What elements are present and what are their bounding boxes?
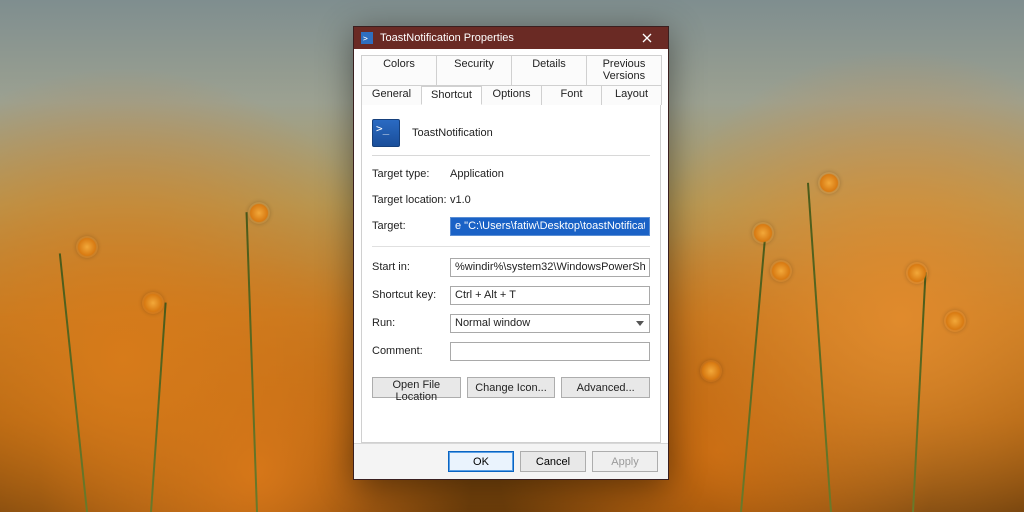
svg-text:>: > [363, 34, 368, 43]
cancel-button[interactable]: Cancel [520, 451, 586, 472]
comment-input[interactable] [450, 342, 650, 361]
apply-button[interactable]: Apply [592, 451, 658, 472]
target-type-label: Target type: [372, 168, 450, 180]
run-label: Run: [372, 317, 450, 329]
change-icon-button[interactable]: Change Icon... [467, 377, 556, 398]
open-file-location-button[interactable]: Open File Location [372, 377, 461, 398]
powershell-large-icon [372, 119, 400, 147]
tab-shortcut[interactable]: Shortcut [421, 86, 482, 105]
close-icon [642, 33, 652, 43]
tab-general[interactable]: General [361, 86, 422, 105]
client-area: Colors Security Details Previous Version… [354, 49, 668, 443]
advanced-button[interactable]: Advanced... [561, 377, 650, 398]
target-type-value: Application [450, 168, 650, 180]
start-in-label: Start in: [372, 261, 450, 273]
tab-layout[interactable]: Layout [601, 86, 662, 105]
tab-colors[interactable]: Colors [361, 55, 437, 86]
shortcut-name-label: ToastNotification [412, 127, 493, 139]
window-title: ToastNotification Properties [380, 32, 630, 44]
tab-font[interactable]: Font [541, 86, 602, 105]
comment-label: Comment: [372, 345, 450, 357]
tab-security[interactable]: Security [436, 55, 512, 86]
titlebar[interactable]: > ToastNotification Properties [354, 27, 668, 49]
desktop-background: > ToastNotification Properties Colors Se… [0, 0, 1024, 512]
dialog-footer: OK Cancel Apply [354, 443, 668, 479]
ok-button[interactable]: OK [448, 451, 514, 472]
target-input[interactable] [450, 217, 650, 236]
tab-previous-versions[interactable]: Previous Versions [586, 55, 662, 86]
target-label: Target: [372, 220, 450, 232]
shortcut-sheet: ToastNotification Target type: Applicati… [361, 105, 661, 443]
tab-options[interactable]: Options [481, 86, 542, 105]
close-button[interactable] [630, 28, 664, 48]
tab-strip: Colors Security Details Previous Version… [361, 55, 661, 105]
target-location-label: Target location: [372, 194, 450, 206]
shortcut-key-input[interactable] [450, 286, 650, 305]
start-in-input[interactable] [450, 258, 650, 277]
powershell-icon: > [360, 31, 374, 45]
run-select[interactable]: Normal window [450, 314, 650, 333]
target-location-value: v1.0 [450, 194, 650, 206]
shortcut-key-label: Shortcut key: [372, 289, 450, 301]
tab-details[interactable]: Details [511, 55, 587, 86]
properties-dialog: > ToastNotification Properties Colors Se… [353, 26, 669, 480]
